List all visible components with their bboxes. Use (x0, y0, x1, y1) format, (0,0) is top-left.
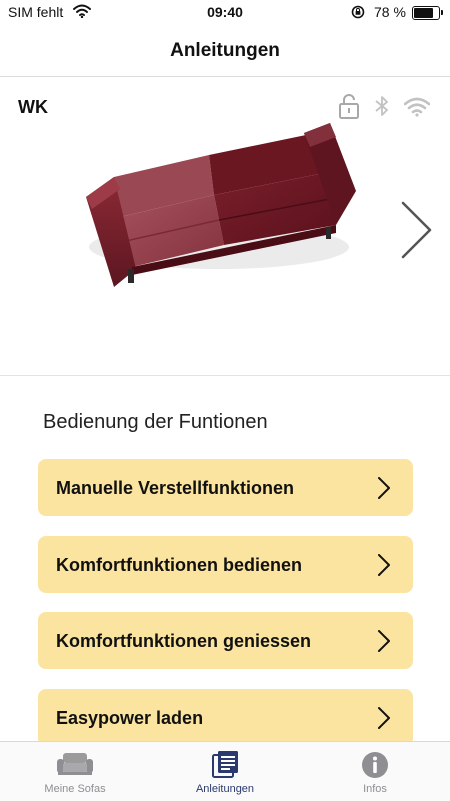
manual-adjustment-button[interactable]: Manuelle Verstellfunktionen (38, 459, 413, 516)
battery-percent: 78 % (374, 4, 406, 20)
tab-label: Infos (363, 783, 387, 795)
chevron-right-icon (377, 476, 391, 505)
comfort-operate-button[interactable]: Komfortfunktionen bedienen (38, 536, 413, 593)
tab-manuals[interactable]: Anleitungen (150, 742, 300, 801)
menu-item-label: Komfortfunktionen geniessen (56, 631, 312, 651)
chevron-right-icon (377, 553, 391, 582)
next-sofa-button[interactable] (396, 199, 436, 266)
section-title: Bedienung der Funtionen (43, 411, 268, 433)
tab-my-sofas[interactable]: Meine Sofas (0, 742, 150, 801)
tab-label: Anleitungen (195, 783, 255, 795)
status-bar: SIM fehlt 09:40 78 % (0, 0, 450, 26)
manual-icon (150, 750, 300, 785)
info-icon (300, 750, 450, 785)
menu-item-label: Komfortfunktionen bedienen (56, 555, 302, 575)
tab-bar: Meine Sofas Anleitungen Infos (0, 741, 450, 801)
rotation-lock-icon (351, 5, 365, 22)
tab-infos[interactable]: Infos (300, 742, 450, 801)
menu-item-label: Manuelle Verstellfunktionen (56, 478, 295, 498)
wifi-icon (403, 97, 431, 122)
navigation-bar: Anleitungen (0, 26, 450, 77)
battery-icon (412, 6, 443, 20)
bluetooth-icon (375, 95, 389, 122)
easypower-charge-button[interactable]: Easypower laden (38, 689, 413, 746)
comfort-enjoy-button[interactable]: Komfortfunktionen geniessen (38, 612, 413, 669)
sofa-image (74, 117, 364, 302)
tab-label: Meine Sofas (44, 783, 106, 795)
sofa-name: WK (18, 97, 48, 117)
battery-level (414, 8, 433, 18)
sofa-panel: WK (0, 77, 450, 376)
chevron-right-icon (377, 629, 391, 658)
sofa-icon (0, 750, 150, 783)
menu-item-label: Easypower laden (56, 708, 204, 728)
chevron-right-icon (377, 706, 391, 735)
page-title: Anleitungen (170, 40, 280, 61)
